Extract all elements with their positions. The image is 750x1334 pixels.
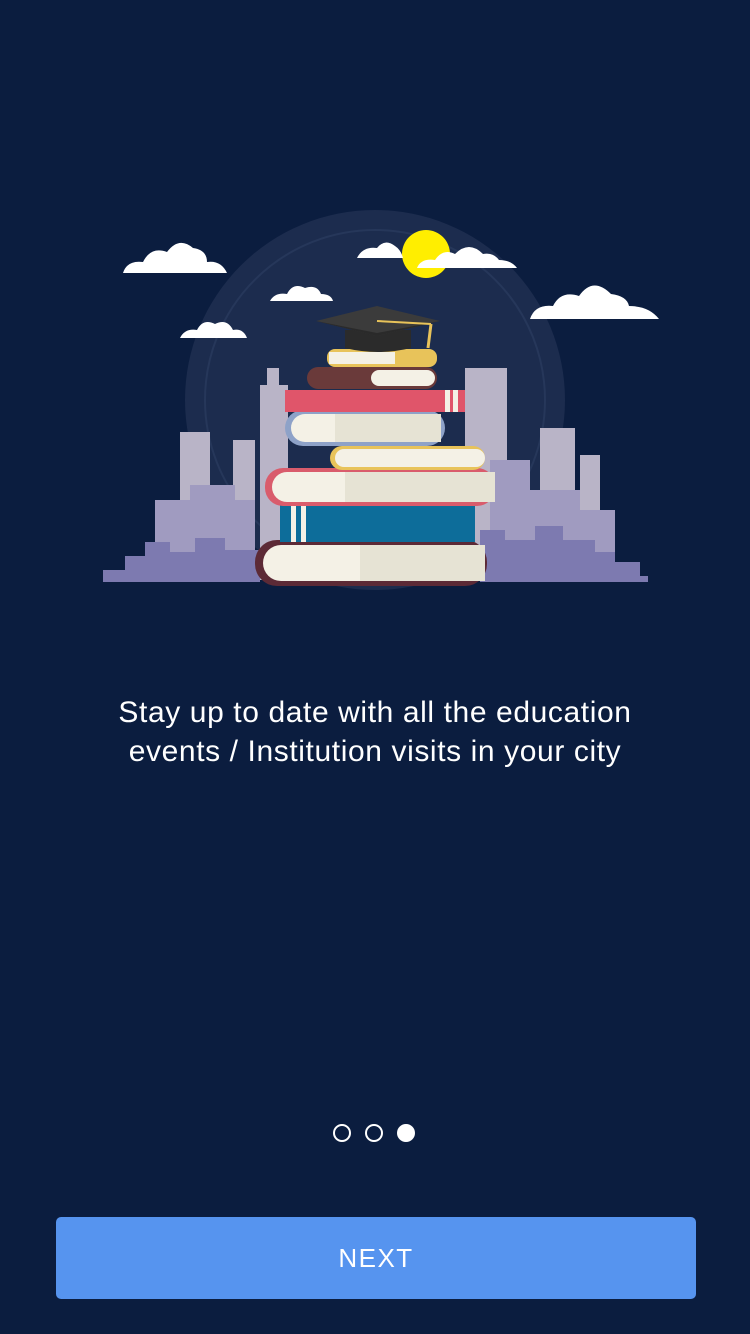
books-city-illustration: [103, 210, 659, 590]
page-indicator: [0, 1124, 750, 1144]
next-button[interactable]: NEXT: [56, 1217, 696, 1299]
onboarding-screen: Stay up to date with all the education e…: [0, 0, 750, 1334]
caption-line-2: events / Institution visits in your city: [128, 735, 622, 768]
page-dot-3-active[interactable]: [397, 1124, 415, 1142]
page-dot-2[interactable]: [365, 1124, 383, 1142]
caption-line-1: Stay up to date with all the education: [118, 696, 632, 729]
onboarding-caption: Stay up to date with all the education e…: [60, 693, 690, 771]
page-dot-1[interactable]: [333, 1124, 351, 1142]
